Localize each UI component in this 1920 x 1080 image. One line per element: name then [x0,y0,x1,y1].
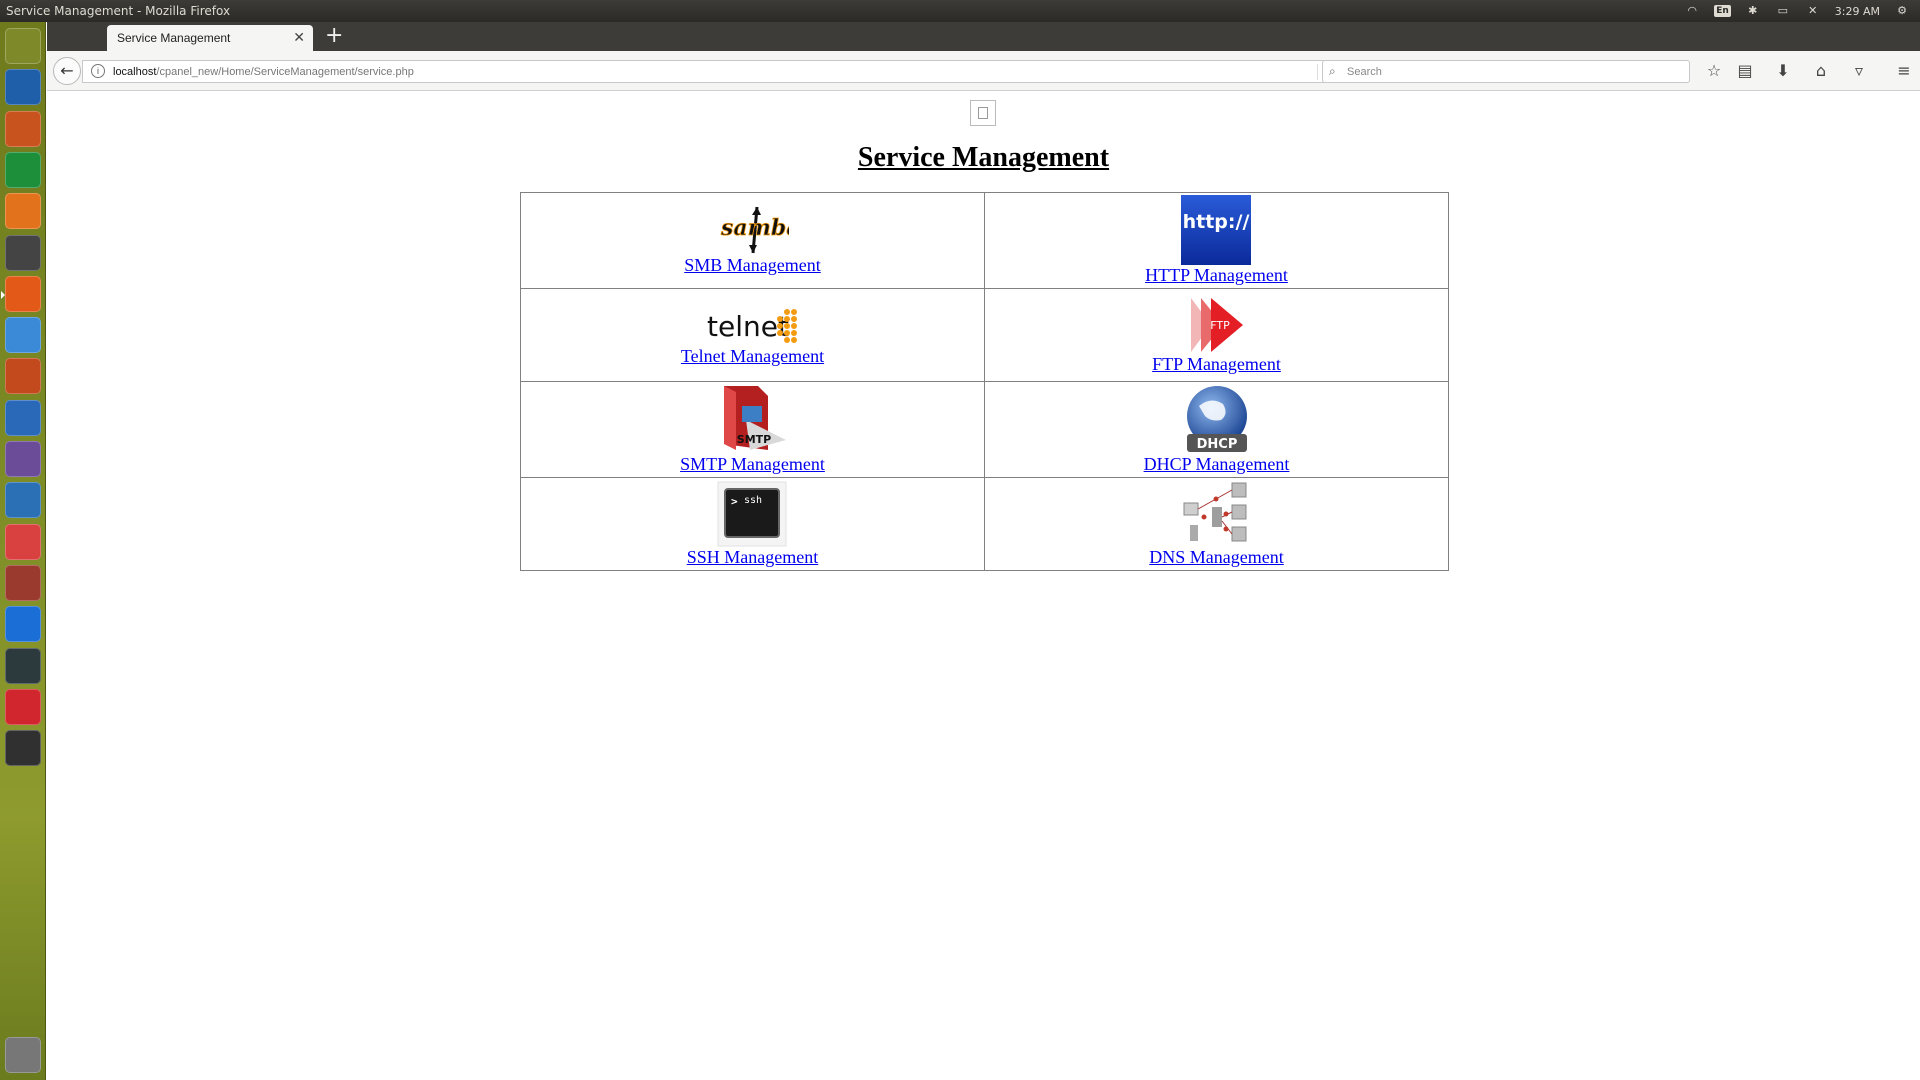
telnet-management-link[interactable]: Telnet Management [681,346,824,367]
system-top-bar: Service Management - Mozilla Firefox ◠ E… [0,0,1920,22]
service-table: samba SMB Management http:// HTTP Manage… [520,192,1449,571]
volume-muted-icon[interactable]: ✕ [1805,4,1821,18]
gear-icon[interactable]: ⚙ [1894,4,1910,18]
teamviewer-icon[interactable] [5,606,41,643]
bookmarks-library-icon[interactable]: ▤ [1733,60,1757,82]
keyboard-language-indicator[interactable]: En [1714,5,1731,17]
service-cell-dhcp: DHCP DHCP Management [984,381,1449,478]
service-cell-ftp: FTP FTP Management [984,288,1449,382]
window-title: Service Management - Mozilla Firefox [6,4,231,18]
navigation-toolbar: ← i localhost/cpanel_new/Home/ServiceMan… [47,51,1920,91]
clock[interactable]: 3:29 AM [1835,5,1880,18]
new-tab-button[interactable]: + [325,24,343,48]
system-settings-icon[interactable] [5,358,41,395]
svg-text:samba: samba [720,215,789,241]
dns-management-link[interactable]: DNS Management [1149,547,1283,568]
workspace-switcher-icon[interactable] [5,441,41,477]
text-editor-icon[interactable] [5,523,41,560]
url-path: /cpanel_new/Home/ServiceManagement/servi… [156,66,414,78]
ftp-icon[interactable]: FTP [1189,296,1245,354]
service-cell-smtp: SMTP SMTP Management [520,381,985,478]
color-app-icon[interactable] [5,688,41,725]
smtp-management-link[interactable]: SMTP Management [680,454,825,475]
service-cell-smb: samba SMB Management [520,192,985,289]
search-icon: ⌕ [1329,64,1336,78]
dash-home-icon[interactable] [5,28,41,64]
url-bar[interactable]: i localhost/cpanel_new/Home/ServiceManag… [82,60,1342,83]
svg-text:DHCP: DHCP [1196,437,1237,452]
wifi-icon[interactable]: ◠ [1684,4,1700,18]
http-icon[interactable]: http:// [1181,195,1252,265]
smtp-icon[interactable]: SMTP [716,384,788,454]
dns-network-icon[interactable] [1180,481,1252,547]
service-cell-ssh: > ssh SSH Management [520,477,985,571]
tab-title: Service Management [117,31,231,45]
battery-icon[interactable]: ▭ [1775,4,1791,18]
url-host: localhost [113,66,157,78]
broken-image-icon [970,100,996,126]
dhcp-globe-icon[interactable]: DHCP [1183,384,1251,454]
dhcp-management-link[interactable]: DHCP Management [1144,454,1290,475]
search-input[interactable]: ⌕ Search [1322,60,1690,83]
system-monitor-icon[interactable] [5,647,41,684]
file-manager-icon[interactable] [5,564,41,601]
http-management-link[interactable]: HTTP Management [1145,265,1288,286]
site-info-icon[interactable]: i [91,64,105,78]
bluetooth-icon[interactable]: ✱ [1745,4,1761,18]
ssh-terminal-icon[interactable]: > ssh [717,481,787,547]
ssh-management-link[interactable]: SSH Management [687,547,818,568]
svg-text:telnet: telnet [707,310,789,343]
ubuntu-software-icon[interactable] [5,193,41,230]
page-content: Service Management samba SMB Management [47,92,1920,1080]
downloads-icon[interactable]: ⬇ [1771,60,1795,82]
tab-service-management[interactable]: Service Management ✕ [107,25,313,51]
svg-text:SMTP: SMTP [737,433,771,446]
chrome-icon[interactable] [5,317,41,354]
page-title: Service Management [857,142,1110,173]
search-placeholder: Search [1347,66,1382,78]
samba-logo-icon[interactable]: samba [717,205,789,255]
hamburger-menu-icon[interactable]: ≡ [1892,60,1916,82]
home-icon[interactable]: ⌂ [1809,60,1833,82]
close-tab-icon[interactable]: ✕ [293,29,305,46]
svg-text:>: > [731,495,738,508]
libreoffice-writer-icon[interactable] [5,69,41,106]
tab-strip: Service Management ✕ + [47,22,1920,51]
telnet-logo-icon[interactable]: telnet [705,304,801,346]
firefox-icon[interactable] [1,275,41,312]
ftp-management-link[interactable]: FTP Management [1152,354,1281,375]
amazon-icon[interactable] [5,234,41,271]
libreoffice-calc-icon[interactable] [5,151,41,188]
terminal-icon[interactable] [5,730,41,767]
svg-text:http://: http:// [1183,211,1250,233]
pocket-icon[interactable]: ▿ [1847,60,1871,82]
bookmark-star-icon[interactable]: ☆ [1702,60,1726,82]
back-button[interactable]: ← [53,57,81,85]
libreoffice-impress-icon[interactable] [5,110,41,147]
service-cell-dns: DNS Management [984,477,1449,571]
trash-icon[interactable] [5,1037,41,1073]
url-text: localhost/cpanel_new/Home/ServiceManagem… [113,66,414,78]
smb-management-link[interactable]: SMB Management [684,255,821,276]
r-language-icon[interactable] [5,399,41,436]
service-cell-http: http:// HTTP Management [984,192,1449,289]
service-cell-telnet: telnet Telnet Management [520,288,985,382]
svg-text:FTP: FTP [1210,319,1230,332]
virtualbox-icon[interactable] [5,482,41,519]
svg-text:ssh: ssh [744,495,762,506]
launcher-sidebar [0,22,46,1080]
system-tray: ◠ En ✱ ▭ ✕ 3:29 AM ⚙ [1684,4,1920,18]
